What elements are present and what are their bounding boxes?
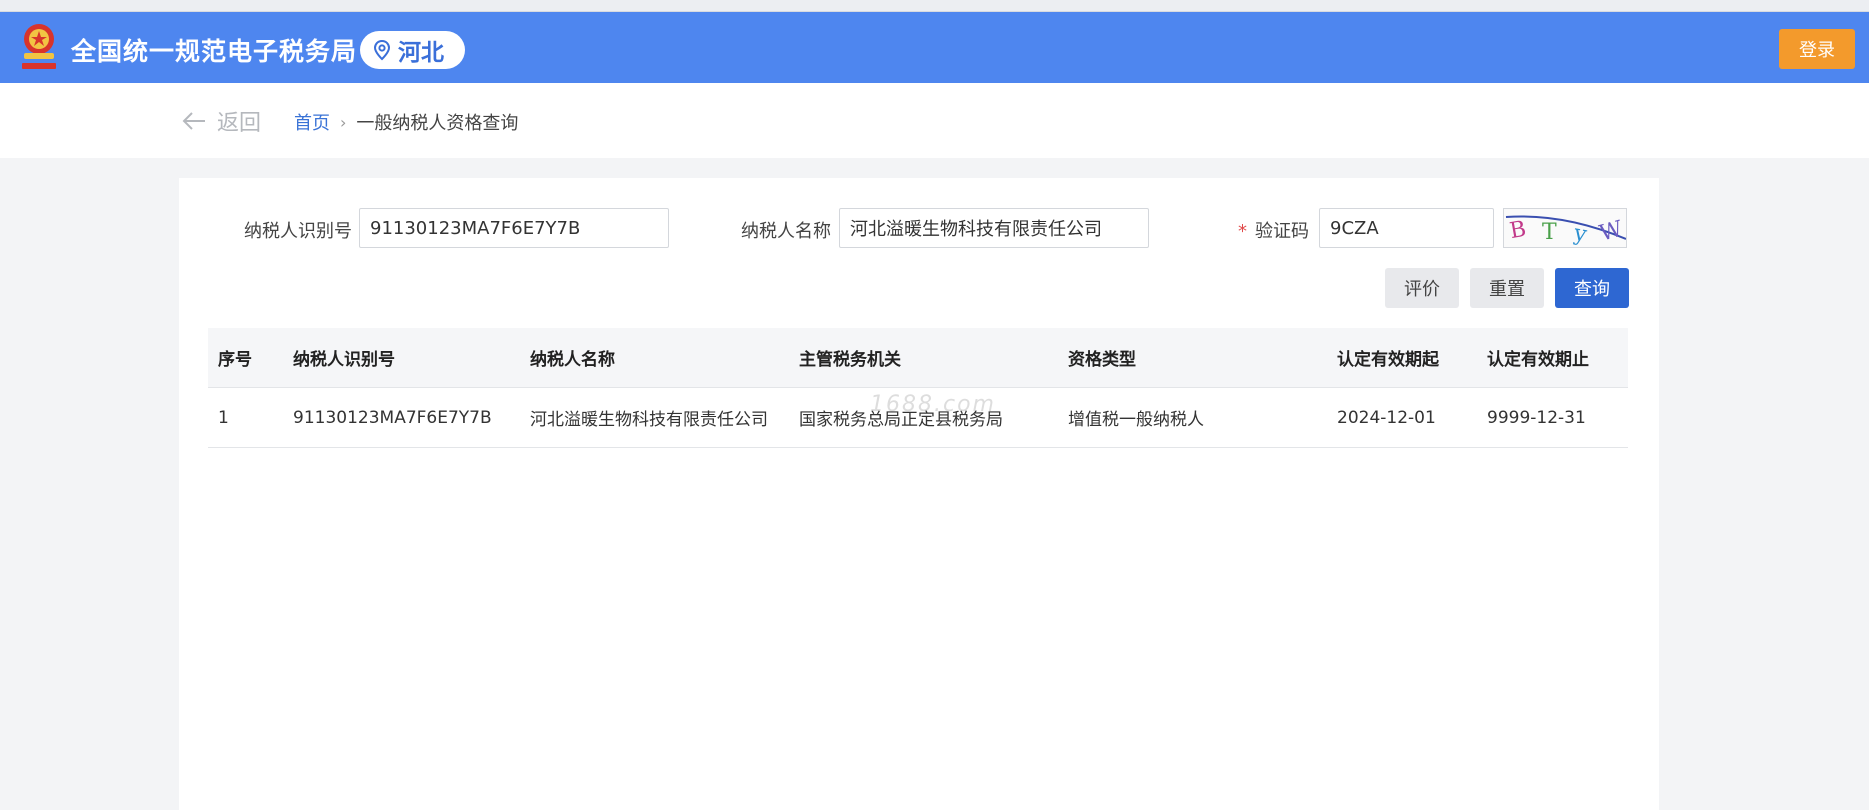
captcha-image[interactable]: B T y W bbox=[1503, 208, 1627, 248]
col-header-valid-to: 认定有效期止 bbox=[1487, 350, 1589, 370]
tax-emblem-icon bbox=[22, 24, 56, 69]
cell-qualification-type: 增值税一般纳税人 bbox=[1068, 410, 1204, 430]
col-header-taxpayer-name: 纳税人名称 bbox=[530, 350, 615, 370]
svg-text:B: B bbox=[1508, 217, 1528, 244]
taxpayer-name-label: 纳税人名称 bbox=[741, 221, 831, 242]
col-header-taxpayer-id: 纳税人识别号 bbox=[293, 350, 395, 370]
svg-text:W: W bbox=[1597, 217, 1626, 247]
region-selector[interactable]: 河北 bbox=[360, 31, 465, 69]
taxpayer-id-label: 纳税人识别号 bbox=[244, 221, 352, 242]
captcha-label-group: * 验证码 bbox=[1238, 217, 1309, 243]
evaluate-button[interactable]: 评价 bbox=[1385, 268, 1459, 308]
breadcrumb-current: 一般纳税人资格查询 bbox=[356, 113, 519, 134]
breadcrumb-bar: 返回 首页 › 一般纳税人资格查询 bbox=[0, 83, 1869, 158]
login-button[interactable]: 登录 bbox=[1779, 29, 1855, 69]
col-header-valid-from: 认定有效期起 bbox=[1337, 350, 1439, 370]
captcha-label: 验证码 bbox=[1255, 221, 1309, 242]
cell-valid-to: 9999-12-31 bbox=[1487, 407, 1586, 428]
taxpayer-name-input[interactable]: 河北溢暖生物科技有限责任公司 bbox=[839, 208, 1149, 248]
svg-text:T: T bbox=[1542, 220, 1557, 245]
watermark: 1688.com bbox=[870, 392, 996, 417]
cell-index: 1 bbox=[218, 407, 229, 428]
col-header-qualification-type: 资格类型 bbox=[1068, 350, 1136, 370]
reset-button[interactable]: 重置 bbox=[1470, 268, 1544, 308]
results-table: 序号 纳税人识别号 纳税人名称 主管税务机关 资格类型 认定有效期起 认定有效期… bbox=[208, 328, 1628, 448]
location-pin-icon bbox=[373, 39, 391, 61]
cell-valid-from: 2024-12-01 bbox=[1337, 407, 1436, 428]
region-label: 河北 bbox=[398, 40, 444, 66]
table-header-row: 序号 纳税人识别号 纳税人名称 主管税务机关 资格类型 认定有效期起 认定有效期… bbox=[208, 328, 1628, 388]
cell-taxpayer-id: 91130123MA7F6E7Y7B bbox=[293, 407, 492, 428]
col-header-index: 序号 bbox=[218, 350, 252, 370]
query-button[interactable]: 查询 bbox=[1555, 268, 1629, 308]
cell-taxpayer-name: 河北溢暖生物科技有限责任公司 bbox=[530, 410, 768, 430]
breadcrumb-home-link[interactable]: 首页 bbox=[294, 109, 330, 135]
top-header: 全国统一规范电子税务局 河北 登录 bbox=[0, 12, 1869, 83]
taxpayer-id-input[interactable]: 91130123MA7F6E7Y7B bbox=[359, 208, 669, 248]
query-panel: 纳税人识别号 91130123MA7F6E7Y7B 纳税人名称 河北溢暖生物科技… bbox=[179, 178, 1659, 810]
breadcrumb: 首页 › 一般纳税人资格查询 bbox=[294, 109, 518, 135]
browser-bookmark-strip bbox=[0, 0, 1869, 12]
captcha-input[interactable]: 9CZA bbox=[1319, 208, 1494, 248]
svg-text:y: y bbox=[1571, 221, 1589, 248]
arrow-left-icon bbox=[182, 112, 205, 130]
back-label: 返回 bbox=[217, 111, 262, 136]
breadcrumb-separator: › bbox=[340, 112, 347, 132]
site-title: 全国统一规范电子税务局 bbox=[71, 37, 358, 66]
back-button[interactable]: 返回 bbox=[181, 105, 261, 137]
required-mark: * bbox=[1238, 221, 1247, 242]
col-header-tax-authority: 主管税务机关 bbox=[799, 350, 901, 370]
